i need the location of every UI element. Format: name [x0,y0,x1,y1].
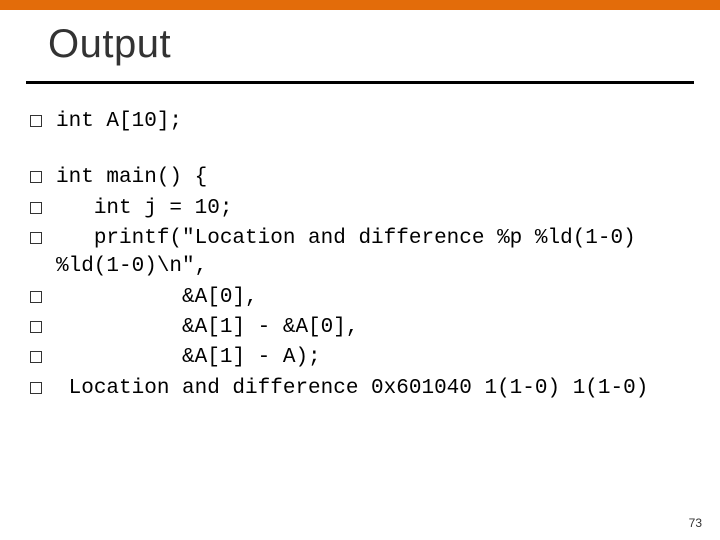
top-accent-bar [0,0,720,10]
title-area: Output [0,10,720,75]
code-line: int j = 10; [56,195,690,223]
square-bullet-icon [30,171,42,183]
code-line: &A[1] - &A[0], [56,314,690,342]
list-item: Location and difference 0x601040 1(1-0) … [30,375,690,403]
square-bullet-icon [30,382,42,394]
code-line: int A[10]; [56,108,690,136]
code-line: printf("Location and difference %p %ld(1… [56,225,690,282]
blank-line [30,138,690,164]
page-number: 73 [689,516,702,530]
content-area: int A[10]; int main() { int j = 10; prin… [0,84,720,403]
square-bullet-icon [30,351,42,363]
code-line: Location and difference 0x601040 1(1-0) … [56,375,690,403]
code-line: &A[1] - A); [56,344,690,372]
code-line: int main() { [56,164,690,192]
list-item: int main() { [30,164,690,192]
square-bullet-icon [30,291,42,303]
square-bullet-icon [30,321,42,333]
square-bullet-icon [30,115,42,127]
square-bullet-icon [30,232,42,244]
list-item: &A[0], [30,284,690,312]
list-item: &A[1] - &A[0], [30,314,690,342]
list-item: &A[1] - A); [30,344,690,372]
list-item: int A[10]; [30,108,690,136]
slide: Output int A[10]; int main() { int j = 1… [0,0,720,540]
square-bullet-icon [30,202,42,214]
list-item: int j = 10; [30,195,690,223]
list-item: printf("Location and difference %p %ld(1… [30,225,690,282]
page-title: Output [48,22,690,67]
code-line: &A[0], [56,284,690,312]
